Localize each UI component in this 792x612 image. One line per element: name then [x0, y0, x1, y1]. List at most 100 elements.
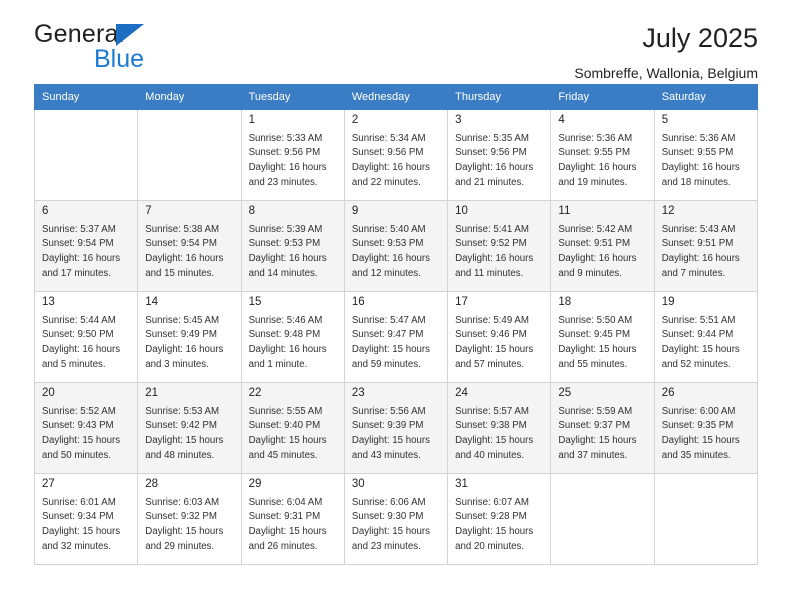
daylight-text-line1: Daylight: 15 hours: [455, 434, 534, 446]
logo-general-blue[interactable]: General Blue: [34, 22, 224, 74]
daylight-text-line2: and 11 minutes.: [455, 267, 524, 279]
day-info: Sunrise: 5:39 AM Sunset: 9:53 PM Daylight:…: [242, 222, 344, 282]
daylight-text-line2: and 23 minutes.: [351, 540, 421, 552]
day-cell[interactable]: 1 Sunrise: 5:33 AM Sunset: 9:56 PM Daylight…: [240, 109, 345, 201]
day-cell[interactable]: [550, 473, 655, 565]
day-cell[interactable]: 10 Sunrise: 5:41 AM Sunset: 9:52 PM Dayligh…: [447, 200, 552, 292]
sunset-text: Sunset: 9:38 PM: [455, 420, 527, 432]
day-cell[interactable]: 7 Sunrise: 5:38 AM Sunset: 9:54 PM Daylight…: [137, 200, 242, 292]
day-info: Sunrise: 5:59 AM Sunset: 9:37 PM Daylight:…: [551, 404, 653, 464]
sunset-text: Sunset: 9:49 PM: [145, 329, 217, 341]
daylight-text-line1: Daylight: 15 hours: [145, 525, 224, 537]
day-cell[interactable]: 17 Sunrise: 5:49 AM Sunset: 9:46 PM Dayligh…: [447, 291, 552, 383]
day-cell[interactable]: 5 Sunrise: 5:36 AM Sunset: 9:55 PM Daylight…: [653, 109, 759, 201]
day-number: 27: [42, 478, 55, 490]
day-cell[interactable]: 25 Sunrise: 5:59 AM Sunset: 9:37 PM Dayligh…: [550, 382, 655, 474]
day-cell[interactable]: 23 Sunrise: 5:56 AM Sunset: 9:39 PM Dayligh…: [343, 382, 449, 474]
sunset-text: Sunset: 9:47 PM: [351, 329, 424, 341]
daylight-text-line1: Daylight: 15 hours: [558, 343, 637, 355]
day-info: Sunrise: 5:37 AM Sunset: 9:54 PM Daylight:…: [35, 222, 137, 282]
day-cell[interactable]: 20 Sunrise: 5:52 AM Sunset: 9:43 PM Dayligh…: [33, 382, 139, 474]
day-number: 18: [558, 296, 572, 308]
day-cell[interactable]: 12 Sunrise: 5:43 AM Sunset: 9:51 PM Dayligh…: [653, 200, 759, 292]
daylight-text-line1: Daylight: 15 hours: [42, 434, 121, 446]
day-cell[interactable]: 26 Sunrise: 6:00 AM Sunset: 9:35 PM Dayligh…: [653, 382, 759, 474]
day-cell[interactable]: 28 Sunrise: 6:03 AM Sunset: 9:32 PM Dayligh…: [137, 473, 242, 565]
day-cell[interactable]: 22 Sunrise: 5:55 AM Sunset: 9:40 PM Dayligh…: [240, 382, 345, 474]
calendar-body: 1 Sunrise: 5:33 AM Sunset: 9:56 PM Daylight…: [33, 109, 759, 565]
sunset-text: Sunset: 9:28 PM: [455, 511, 527, 523]
daylight-text-line2: and 1 minute.: [248, 358, 308, 370]
day-cell[interactable]: 2 Sunrise: 5:34 AM Sunset: 9:56 PM Daylight…: [343, 109, 449, 201]
daylight-text-line1: Daylight: 15 hours: [455, 343, 534, 355]
day-number: 28: [145, 478, 159, 490]
day-info: Sunrise: 5:44 AM Sunset: 9:50 PM Daylight:…: [35, 313, 137, 373]
daylight-text-line1: Daylight: 15 hours: [351, 343, 430, 355]
day-info: Sunrise: 6:03 AM Sunset: 9:32 PM Daylight:…: [138, 495, 240, 555]
day-number: 21: [145, 387, 159, 399]
page-title: July 2025: [642, 23, 758, 53]
day-cell[interactable]: 4 Sunrise: 5:36 AM Sunset: 9:55 PM Daylight…: [550, 109, 655, 201]
calendar-week-row: 6 Sunrise: 5:37 AM Sunset: 9:54 PM Daylight…: [33, 200, 759, 292]
calendar-week-row: 20 Sunrise: 5:52 AM Sunset: 9:43 PM Dayligh…: [33, 382, 759, 474]
sunrise-text: Sunrise: 5:51 AM: [661, 314, 736, 326]
daylight-text-line1: Daylight: 15 hours: [145, 434, 224, 446]
day-cell[interactable]: [137, 109, 242, 201]
day-cell[interactable]: 14 Sunrise: 5:45 AM Sunset: 9:49 PM Dayligh…: [137, 291, 242, 383]
day-info: Sunrise: 5:46 AM Sunset: 9:48 PM Daylight:…: [242, 313, 344, 373]
day-cell[interactable]: 18 Sunrise: 5:50 AM Sunset: 9:45 PM Dayligh…: [550, 291, 655, 383]
daylight-text-line2: and 14 minutes.: [248, 267, 318, 279]
daylight-text-line1: Daylight: 16 hours: [248, 252, 327, 264]
day-cell[interactable]: 21 Sunrise: 5:53 AM Sunset: 9:42 PM Dayligh…: [137, 382, 242, 474]
sunset-text: Sunset: 9:56 PM: [351, 147, 424, 159]
day-cell[interactable]: 16 Sunrise: 5:47 AM Sunset: 9:47 PM Dayligh…: [343, 291, 449, 383]
day-cell[interactable]: 30 Sunrise: 6:06 AM Sunset: 9:30 PM Dayligh…: [343, 473, 449, 565]
day-cell[interactable]: 9 Sunrise: 5:40 AM Sunset: 9:53 PM Daylight…: [343, 200, 449, 292]
day-cell[interactable]: [653, 473, 759, 565]
weekday-header-monday: Monday: [137, 84, 242, 110]
day-cell[interactable]: 24 Sunrise: 5:57 AM Sunset: 9:38 PM Dayligh…: [447, 382, 552, 474]
day-cell[interactable]: 19 Sunrise: 5:51 AM Sunset: 9:44 PM Dayligh…: [653, 291, 759, 383]
sunrise-text: Sunrise: 5:46 AM: [248, 314, 323, 326]
daylight-text-line2: and 26 minutes.: [248, 540, 318, 552]
day-cell[interactable]: 11 Sunrise: 5:42 AM Sunset: 9:51 PM Dayligh…: [550, 200, 655, 292]
day-number: 26: [661, 387, 675, 399]
sunrise-text: Sunrise: 5:56 AM: [351, 405, 426, 417]
sunrise-text: Sunrise: 5:45 AM: [145, 314, 220, 326]
day-number: 19: [661, 296, 675, 308]
day-number: 2: [351, 114, 359, 126]
logo-triangle-icon: [116, 24, 144, 46]
sunrise-text: Sunrise: 6:07 AM: [455, 496, 529, 508]
day-cell[interactable]: 31 Sunrise: 6:07 AM Sunset: 9:28 PM Dayligh…: [447, 473, 552, 565]
day-cell[interactable]: 3 Sunrise: 5:35 AM Sunset: 9:56 PM Daylight…: [447, 109, 552, 201]
daylight-text-line2: and 3 minutes.: [145, 358, 209, 370]
daylight-text-line2: and 32 minutes.: [42, 540, 111, 552]
sunset-text: Sunset: 9:35 PM: [661, 420, 734, 432]
sunset-text: Sunset: 9:31 PM: [248, 511, 321, 523]
sunset-text: Sunset: 9:39 PM: [351, 420, 424, 432]
day-cell[interactable]: 27 Sunrise: 6:01 AM Sunset: 9:34 PM Dayligh…: [33, 473, 139, 565]
sunset-text: Sunset: 9:34 PM: [42, 511, 114, 523]
daylight-text-line2: and 45 minutes.: [248, 449, 318, 461]
sunset-text: Sunset: 9:51 PM: [661, 238, 734, 250]
day-number: 6: [42, 205, 49, 217]
sunset-text: Sunset: 9:53 PM: [248, 238, 321, 250]
day-cell[interactable]: 29 Sunrise: 6:04 AM Sunset: 9:31 PM Dayligh…: [240, 473, 345, 565]
day-number: 11: [558, 205, 571, 217]
day-cell[interactable]: 6 Sunrise: 5:37 AM Sunset: 9:54 PM Daylight…: [33, 200, 139, 292]
day-number: 9: [351, 205, 359, 217]
sunrise-text: Sunrise: 6:06 AM: [351, 496, 426, 508]
sunset-text: Sunset: 9:54 PM: [145, 238, 217, 250]
weekday-header-thursday: Thursday: [447, 84, 552, 110]
sunset-text: Sunset: 9:50 PM: [42, 329, 114, 341]
day-cell[interactable]: [33, 109, 139, 201]
daylight-text-line2: and 22 minutes.: [351, 176, 421, 188]
day-info: Sunrise: 6:07 AM Sunset: 9:28 PM Daylight:…: [448, 495, 550, 555]
day-cell[interactable]: 15 Sunrise: 5:46 AM Sunset: 9:48 PM Dayligh…: [240, 291, 345, 383]
daylight-text-line2: and 29 minutes.: [145, 540, 215, 552]
day-number: 15: [248, 296, 262, 308]
day-cell[interactable]: 8 Sunrise: 5:39 AM Sunset: 9:53 PM Daylight…: [240, 200, 345, 292]
day-cell[interactable]: 13 Sunrise: 5:44 AM Sunset: 9:50 PM Dayligh…: [33, 291, 139, 383]
day-info: [655, 483, 757, 484]
day-info: Sunrise: 6:04 AM Sunset: 9:31 PM Daylight:…: [242, 495, 344, 555]
